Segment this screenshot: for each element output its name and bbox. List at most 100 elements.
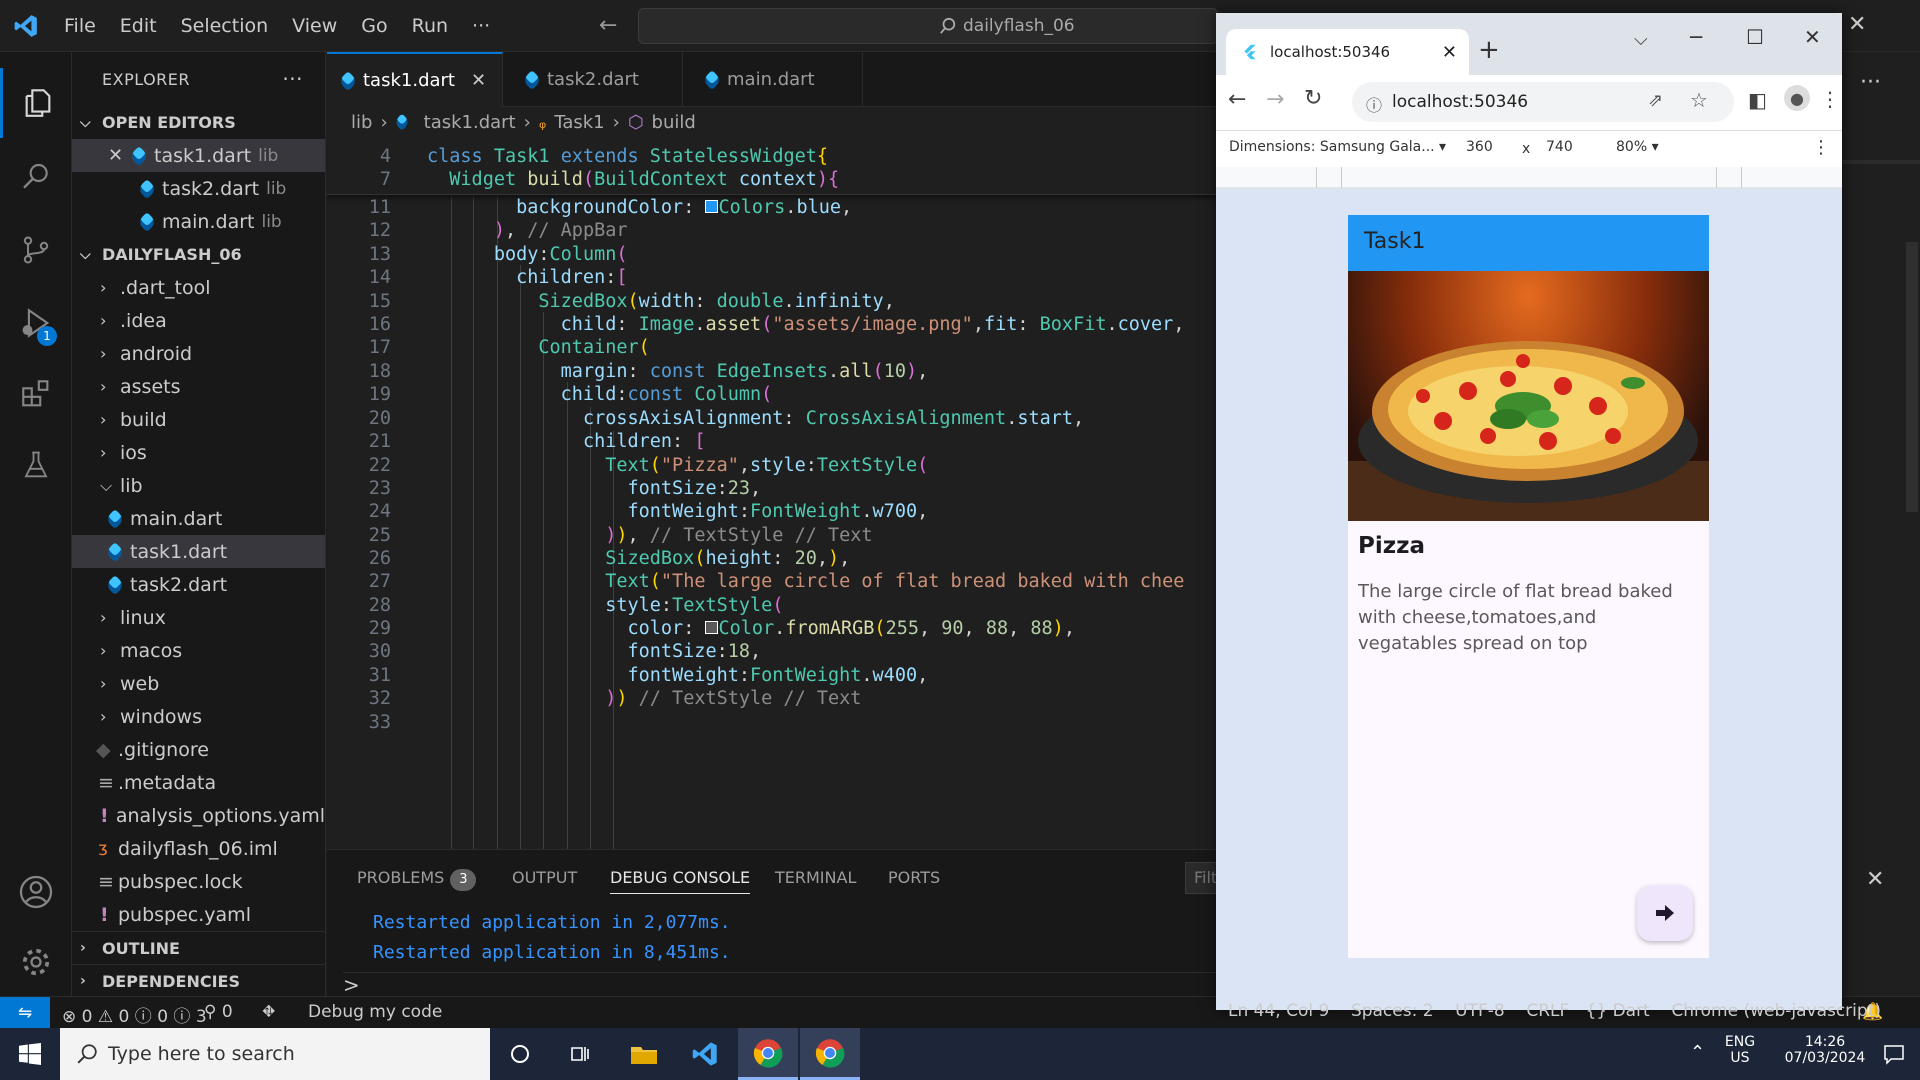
- tab-search-chevron-icon[interactable]: ⌵: [1634, 29, 1648, 50]
- breadcrumb-item[interactable]: task1.dart: [424, 112, 516, 133]
- close-window-icon[interactable]: ✕: [1804, 25, 1821, 49]
- close-icon[interactable]: ✕: [471, 70, 486, 91]
- code-line[interactable]: fontSize:18,: [427, 641, 761, 662]
- console-prompt[interactable]: >: [343, 972, 1223, 997]
- share-icon[interactable]: ⇗: [1648, 90, 1663, 111]
- tab-debug-console[interactable]: DEBUG CONSOLE: [610, 868, 751, 894]
- language-indicator[interactable]: ENG US: [1720, 1034, 1760, 1066]
- explorer-icon[interactable]: [0, 68, 72, 138]
- tree-file[interactable]: ! analysis_options.yaml: [72, 799, 325, 832]
- notification-center-icon[interactable]: [1864, 1028, 1920, 1080]
- menu-view[interactable]: View: [280, 0, 349, 52]
- tree-folder[interactable]: › windows: [72, 700, 325, 733]
- tree-file[interactable]: main.dart: [72, 502, 325, 535]
- code-line[interactable]: SizedBox(width: double.infinity,: [427, 291, 894, 312]
- tab-terminal[interactable]: TERMINAL: [775, 868, 856, 887]
- tab-output[interactable]: OUTPUT: [512, 868, 577, 887]
- code-line[interactable]: children: [: [427, 431, 706, 452]
- code-line[interactable]: Text("Pizza",style:TextStyle(: [427, 455, 928, 476]
- project-section[interactable]: ⌵ DAILYFLASH_06: [72, 238, 325, 271]
- close-icon[interactable]: ✕: [1442, 42, 1457, 63]
- command-center-search[interactable]: dailyflash_06: [638, 8, 1218, 44]
- close-icon[interactable]: ✕: [108, 145, 132, 166]
- breadcrumb-item[interactable]: lib: [351, 112, 372, 133]
- tree-file[interactable]: ᴣ dailyflash_06.iml: [72, 832, 325, 865]
- code-line[interactable]: Container(: [427, 337, 649, 358]
- tree-folder[interactable]: › .idea: [72, 304, 325, 337]
- taskbar-search[interactable]: Type here to search: [60, 1028, 490, 1080]
- ports-status[interactable]: ⚲ 0: [204, 1002, 233, 1022]
- back-arrow-icon[interactable]: ←: [1228, 87, 1246, 112]
- encoding[interactable]: UTF-8: [1455, 1001, 1505, 1021]
- tree-folder[interactable]: › ios: [72, 436, 325, 469]
- device-select[interactable]: Dimensions: Samsung Gala... ▾: [1229, 139, 1446, 155]
- tree-file[interactable]: ◆ .gitignore: [72, 733, 325, 766]
- language-mode[interactable]: Dart: [1613, 1001, 1650, 1021]
- more-actions-icon[interactable]: ···: [282, 67, 303, 91]
- cortana-icon[interactable]: [490, 1028, 550, 1080]
- tree-folder[interactable]: › web: [72, 667, 325, 700]
- profile-avatar[interactable]: ●: [1784, 85, 1810, 111]
- tree-file[interactable]: ≡ .metadata: [72, 766, 325, 799]
- menu-run[interactable]: Run: [400, 0, 460, 52]
- code-line[interactable]: child: Image.asset("assets/image.png",fi…: [427, 314, 1185, 335]
- chrome-taskbar-icon[interactable]: [738, 1028, 798, 1080]
- code-line[interactable]: fontWeight:FontWeight.w700,: [427, 501, 928, 522]
- indentation[interactable]: Spaces: 2: [1351, 1001, 1434, 1021]
- code-line[interactable]: fontSize:23,: [427, 478, 761, 499]
- open-editor-item[interactable]: task2.dart lib: [72, 172, 325, 205]
- chrome-tab[interactable]: localhost:50346 ✕: [1226, 29, 1469, 75]
- problems-status[interactable]: ⊗ 0 ⚠ 0 ⓘ 0 ⓘ 3: [62, 1002, 207, 1027]
- remote-icon[interactable]: ⇋: [0, 997, 50, 1029]
- tree-folder[interactable]: › macos: [72, 634, 325, 667]
- bookmark-star-icon[interactable]: ☆: [1690, 88, 1708, 112]
- code-line[interactable]: margin: const EdgeInsets.all(10),: [427, 361, 929, 382]
- code-line[interactable]: )), // TextStyle // Text: [427, 525, 872, 546]
- more-actions-icon[interactable]: ···: [1860, 70, 1881, 95]
- open-editors-section[interactable]: ⌵ OPEN EDITORS: [72, 106, 325, 139]
- code-line[interactable]: Text("The large circle of flat bread bak…: [427, 571, 1184, 592]
- outline-section[interactable]: › OUTLINE: [72, 931, 325, 964]
- menu-selection[interactable]: Selection: [169, 0, 281, 52]
- zoom-select[interactable]: 80% ▾: [1616, 139, 1659, 155]
- code-line[interactable]: ), // AppBar: [427, 220, 628, 241]
- search-icon[interactable]: [0, 142, 72, 212]
- next-fab-button[interactable]: [1637, 885, 1693, 941]
- back-arrow-icon[interactable]: ←: [588, 13, 628, 38]
- height-input[interactable]: 740: [1546, 139, 1573, 155]
- target-device[interactable]: Chrome (web-javascript): [1671, 1001, 1881, 1021]
- tree-folder-lib[interactable]: ⌵ lib: [72, 469, 325, 502]
- new-tab-plus-icon[interactable]: +: [1478, 35, 1500, 65]
- code-line[interactable]: child:const Column(: [427, 384, 773, 405]
- breadcrumb-item[interactable]: build: [652, 112, 696, 133]
- address-bar[interactable]: ⓘ localhost:50346 ⇗ ☆: [1352, 82, 1734, 122]
- forward-arrow-icon[interactable]: →: [1266, 87, 1284, 112]
- end-of-line[interactable]: CRLF: [1526, 1001, 1569, 1021]
- panel-close-icon[interactable]: ✕: [1866, 867, 1884, 892]
- code-editor[interactable]: 4 class Task1 extends StatelessWidget{7 W…: [327, 137, 1227, 849]
- tree-file[interactable]: task2.dart: [72, 568, 325, 601]
- code-line[interactable]: style:TextStyle(: [427, 595, 783, 616]
- tree-folder[interactable]: › build: [72, 403, 325, 436]
- tab-task1[interactable]: task1.dart ✕: [327, 52, 503, 107]
- code-line[interactable]: body:Column(: [427, 244, 628, 265]
- code-line[interactable]: crossAxisAlignment: CrossAxisAlignment.s…: [427, 408, 1084, 429]
- open-editor-item[interactable]: main.dart lib: [72, 205, 325, 238]
- scrollbar-thumb[interactable]: [1906, 242, 1918, 512]
- menu-edit[interactable]: Edit: [108, 0, 169, 52]
- window-close-icon[interactable]: ✕: [1848, 12, 1866, 37]
- tree-folder[interactable]: › android: [72, 337, 325, 370]
- tab-task2[interactable]: task2.dart: [503, 52, 683, 107]
- tray-chevron-up-icon[interactable]: ⌃: [1690, 1042, 1705, 1063]
- vscode-taskbar-icon[interactable]: [675, 1028, 735, 1080]
- code-line[interactable]: color: Color.fromARGB(255, 90, 88, 88),: [427, 618, 1074, 639]
- extensions-icon[interactable]: [0, 359, 72, 429]
- chrome-menu-icon[interactable]: ⋮: [1820, 87, 1840, 111]
- settings-gear-icon[interactable]: [0, 927, 72, 997]
- reload-icon[interactable]: ↻: [1304, 86, 1322, 111]
- site-info-icon[interactable]: ⓘ: [1366, 92, 1382, 116]
- dependencies-section[interactable]: › DEPENDENCIES: [72, 964, 325, 997]
- run-debug-icon[interactable]: 1: [0, 288, 72, 358]
- device-more-icon[interactable]: ⋮: [1812, 137, 1830, 158]
- tab-problems[interactable]: PROBLEMS 3: [357, 868, 477, 891]
